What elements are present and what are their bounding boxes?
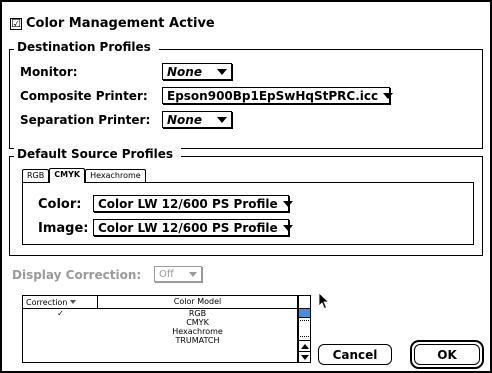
separation-printer-popup-value: None — [167, 112, 202, 127]
monitor-popup-value: None — [167, 64, 202, 79]
correction-cell[interactable]: ✓ — [23, 309, 98, 318]
color-profile-popup-value: Color LW 12/600 PS Profile — [98, 196, 278, 211]
popup-arrow-icon — [282, 200, 293, 207]
correction-cell[interactable] — [23, 318, 98, 327]
color-model-cell: CMYK — [186, 318, 209, 327]
column-header-correction[interactable]: Correction — [23, 296, 98, 308]
table-scrollbar[interactable] — [298, 295, 311, 363]
monitor-label: Monitor: — [20, 65, 78, 79]
table-row[interactable]: CMYK — [23, 318, 297, 327]
image-label: Image: — [38, 221, 89, 236]
image-profile-popup-value: Color LW 12/600 PS Profile — [98, 220, 278, 235]
color-profile-popup[interactable]: Color LW 12/600 PS Profile — [93, 195, 293, 212]
color-model-cell: TRUMATCH — [175, 336, 220, 345]
correction-cell[interactable] — [23, 336, 98, 345]
image-profile-popup[interactable]: Color LW 12/600 PS Profile — [93, 219, 293, 236]
popup-arrow-icon — [189, 271, 197, 277]
composite-printer-popup-value: Epson900Bp1EpSwHqStPRC.icc — [167, 88, 379, 103]
composite-printer-popup[interactable]: Epson900Bp1EpSwHqStPRC.icc — [162, 87, 394, 104]
color-management-label: Color Management Active — [26, 16, 215, 31]
column-header-correction-label: Correction — [26, 297, 68, 307]
color-model-cell: RGB — [188, 309, 207, 318]
scrollbar-thumb[interactable] — [299, 309, 310, 318]
column-header-color-model[interactable]: Color Model — [98, 296, 297, 308]
color-management-checkbox[interactable]: ☑ — [10, 16, 22, 30]
tab-cmyk[interactable]: CMYK — [49, 168, 86, 183]
composite-printer-label: Composite Printer: — [20, 89, 148, 103]
table-row[interactable]: ✓ RGB — [23, 309, 297, 318]
scroll-down-arrow-icon[interactable] — [299, 351, 310, 362]
table-row[interactable]: TRUMATCH — [23, 336, 297, 345]
color-management-dialog: ☑ Color Management Active Destination Pr… — [0, 0, 492, 373]
source-tabs: RGB CMYK Hexachrome — [22, 168, 146, 183]
table-header: Correction Color Model — [23, 296, 297, 309]
color-model-cell: Hexachrome — [172, 327, 223, 336]
mouse-pointer-icon — [318, 292, 330, 310]
cancel-button[interactable]: Cancel — [318, 344, 392, 365]
scroll-up-arrow-icon[interactable] — [299, 340, 310, 351]
popup-arrow-icon — [282, 224, 293, 231]
correction-table: Correction Color Model ✓ RGB CMYK Hexach… — [22, 295, 298, 363]
correction-cell[interactable] — [23, 327, 98, 336]
scrollbar-corner — [299, 296, 310, 309]
ok-button[interactable]: OK — [414, 344, 480, 365]
popup-arrow-icon — [217, 116, 227, 123]
color-management-checkbox-row[interactable]: ☑ Color Management Active — [10, 16, 215, 31]
table-row[interactable]: Hexachrome — [23, 327, 297, 336]
source-profiles-title: Default Source Profiles — [14, 147, 182, 161]
separation-printer-popup[interactable]: None — [162, 111, 232, 128]
color-label: Color: — [38, 197, 82, 212]
sort-arrow-icon — [70, 300, 77, 304]
display-correction-popup-value: Off — [159, 268, 174, 280]
tab-rgb[interactable]: RGB — [22, 169, 50, 183]
display-correction-popup[interactable]: Off — [154, 266, 202, 282]
destination-profiles-title: Destination Profiles — [14, 40, 159, 54]
popup-arrow-icon — [383, 92, 394, 99]
scrollbar-track[interactable] — [300, 320, 309, 337]
monitor-popup[interactable]: None — [162, 63, 232, 80]
popup-arrow-icon — [217, 68, 227, 75]
separation-printer-label: Separation Printer: — [20, 113, 151, 127]
tab-hexachrome[interactable]: Hexachrome — [85, 169, 146, 183]
checkmark-icon: ☑ — [11, 16, 21, 30]
display-correction-label: Display Correction: — [12, 268, 142, 282]
